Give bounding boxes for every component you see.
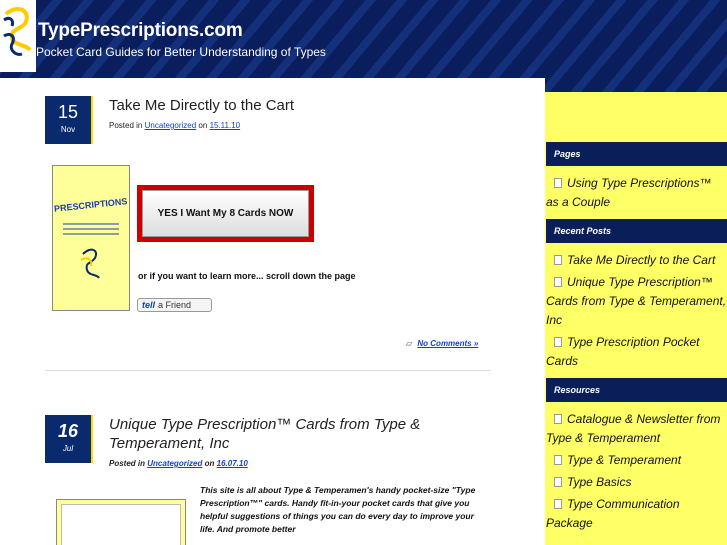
sidebar-heading-resources: Resources [546, 378, 727, 402]
page-icon [554, 337, 562, 347]
card-inner [61, 504, 181, 545]
post-date-badge: 16 Jul [45, 415, 93, 463]
post-date-month: Jul [62, 444, 74, 453]
sidebar-resources-list: Catalogue & Newsletter from Type & Tempe… [546, 402, 727, 540]
post-date-link[interactable]: 16.07.10 [217, 459, 248, 468]
comments-link-container: ▱ No Comments » [406, 339, 478, 348]
resource-link[interactable]: Catalogue & Newsletter from Type & Tempe… [546, 410, 727, 448]
post-date-month: Nov [60, 125, 76, 134]
category-link[interactable]: Uncategorized [145, 121, 197, 130]
on-label: on [204, 459, 215, 468]
post-title[interactable]: Take Me Directly to the Cart [109, 97, 294, 114]
prescription-card-image[interactable] [56, 499, 186, 545]
friend-label: a Friend [158, 300, 192, 310]
sidebar-heading-recent: Recent Posts [546, 219, 727, 243]
site-logo[interactable] [0, 0, 36, 72]
sidebar-pages-list: Using Type Prescriptions™ as a Couple [546, 166, 727, 219]
comment-icon: ▱ [406, 339, 413, 348]
post-date-day: 16 [57, 421, 79, 441]
page-icon [554, 455, 562, 465]
learn-more-text: or if you want to learn more... scroll d… [138, 271, 356, 281]
sidebar-recent-list: Take Me Directly to the Cart Unique Type… [546, 243, 727, 378]
category-link[interactable]: Uncategorized [147, 459, 202, 468]
tell-a-friend-button[interactable]: tell a Friend [137, 298, 212, 312]
page-icon [554, 178, 562, 188]
resource-link[interactable]: Type Communication Package [546, 495, 727, 533]
add-to-cart-label: YES I Want My 8 Cards NOW [142, 190, 309, 237]
on-label: on [198, 121, 208, 130]
prescription-card-image[interactable]: PRESCRIPTIONS [52, 165, 130, 311]
post-excerpt: This site is all about Type & Temperamen… [200, 485, 476, 534]
post-divider [45, 370, 491, 371]
post-meta: Posted in Uncategorized on 15.11.10 [109, 121, 240, 130]
resource-label: Catalogue & Newsletter from Type & Tempe… [546, 412, 721, 445]
recent-post-label: Type Prescription Pocket Cards [546, 335, 700, 368]
resource-label: Type & Temperament [567, 453, 682, 467]
resource-link[interactable]: Type & Temperament [546, 451, 727, 470]
comments-link[interactable]: No Comments » [417, 339, 478, 348]
resource-link[interactable]: Type Basics [546, 473, 727, 492]
posted-in-label: Posted in [109, 459, 146, 468]
site-tagline: Pocket Card Guides for Better Understand… [36, 45, 326, 59]
site-title[interactable]: TypePrescriptions.com [38, 20, 243, 42]
sidebar: Pages Using Type Prescriptions™ as a Cou… [546, 142, 727, 540]
page-icon [554, 255, 562, 265]
svg-text:PRESCRIPTIONS: PRESCRIPTIONS [54, 196, 128, 214]
post-title-line2[interactable]: Temperament, Inc [109, 435, 229, 452]
page-icon [554, 499, 562, 509]
post-title[interactable]: Unique Type Prescription™ Cards from Typ… [109, 416, 420, 433]
posted-in-label: Posted in [109, 121, 143, 130]
post-date-link[interactable]: 15.11.10 [210, 121, 241, 130]
sidebar-heading-pages: Pages [546, 142, 727, 166]
sidebar-page-link[interactable]: Using Type Prescriptions™ as a Couple [546, 174, 727, 212]
resource-label: Type Basics [567, 475, 632, 489]
post-meta: Posted in Uncategorized on 16.07.10 [109, 459, 248, 468]
page-icon [554, 477, 562, 487]
recent-post-link[interactable]: Type Prescription Pocket Cards [546, 333, 727, 371]
resource-label: Type Communication Package [546, 497, 680, 530]
post-date-badge: 15 Nov [45, 96, 93, 144]
post-date-day: 15 [57, 102, 79, 122]
add-to-cart-button[interactable]: YES I Want My 8 Cards NOW [137, 185, 314, 242]
sidebar-page-label: Using Type Prescriptions™ as a Couple [546, 176, 712, 209]
recent-post-link[interactable]: Take Me Directly to the Cart [546, 251, 727, 270]
recent-post-label: Take Me Directly to the Cart [567, 253, 716, 267]
page-icon [554, 277, 562, 287]
tell-label: tell [142, 300, 156, 310]
page-icon [554, 414, 562, 424]
recent-post-link[interactable]: Unique Type Prescription™ Cards from Typ… [546, 273, 727, 330]
recent-post-label: Unique Type Prescription™ Cards from Typ… [546, 275, 727, 327]
